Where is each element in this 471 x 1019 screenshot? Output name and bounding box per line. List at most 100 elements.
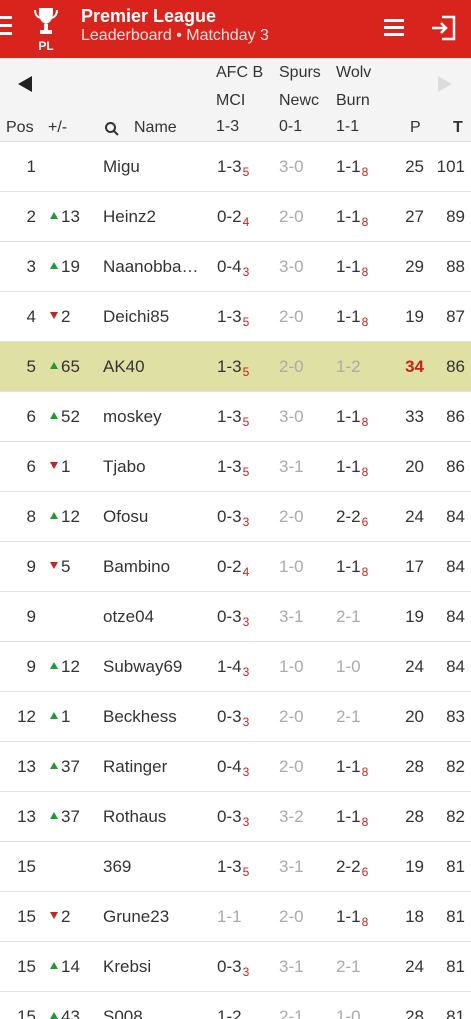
- row-points: 18: [405, 907, 424, 926]
- row-name[interactable]: Krebsi: [103, 957, 209, 977]
- rank-up-icon: [50, 362, 58, 369]
- row-name[interactable]: moskey: [103, 407, 209, 427]
- row-total: 89: [446, 207, 465, 226]
- row-position: 4: [26, 307, 36, 326]
- search-icon[interactable]: [104, 121, 120, 137]
- row-name[interactable]: Deichi85: [103, 307, 209, 327]
- table-row[interactable]: 13 37 Rothaus 0-33 3-2 1-18 28 82: [0, 792, 471, 842]
- row-name[interactable]: Migu: [103, 157, 209, 177]
- table-row[interactable]: 8 12 Ofosu 0-33 2-0 2-26 24 84: [0, 492, 471, 542]
- row-total: 86: [446, 357, 465, 376]
- row-change: 13: [50, 207, 80, 227]
- total-header[interactable]: T: [453, 119, 463, 137]
- row-match2-tip: 3-1: [279, 957, 304, 976]
- row-match2-tip: 2-1: [279, 1007, 304, 1019]
- prediction-points: 6: [361, 865, 369, 879]
- table-row[interactable]: 15 14 Krebsi 0-33 3-1 2-1 24 81: [0, 942, 471, 992]
- table-row[interactable]: 1 Migu 1-35 3-0 1-18 25 101: [0, 142, 471, 192]
- row-total: 81: [446, 957, 465, 976]
- row-name[interactable]: Bambino: [103, 557, 209, 577]
- row-match3-tip: 1-0: [336, 657, 361, 676]
- row-match3-tip: 2-1: [336, 607, 361, 626]
- row-points: 19: [405, 857, 424, 876]
- league-title: Premier League: [81, 6, 217, 26]
- row-points: 25: [405, 157, 424, 176]
- table-row[interactable]: 6 52 moskey 1-35 3-0 1-18 33 86: [0, 392, 471, 442]
- row-position: 6: [26, 457, 36, 476]
- leaderboard-subtitle: Leaderboard • Matchday 3: [81, 27, 269, 44]
- login-icon[interactable]: [430, 14, 458, 42]
- row-name[interactable]: Subway69: [103, 657, 209, 677]
- row-name[interactable]: Ratinger: [103, 757, 209, 777]
- table-row[interactable]: 13 37 Ratinger 0-43 2-0 1-18 28 82: [0, 742, 471, 792]
- row-position: 15: [17, 1007, 36, 1019]
- table-row[interactable]: 9 otze04 0-33 3-1 2-1 19 84: [0, 592, 471, 642]
- row-points: 34: [405, 357, 424, 376]
- table-row[interactable]: 5 65 AK40 1-35 2-0 1-2 34 86: [0, 342, 471, 392]
- row-name[interactable]: S008: [103, 1007, 209, 1019]
- row-match2-tip: 3-0: [279, 407, 304, 426]
- prediction-points: 3: [242, 615, 250, 629]
- table-row[interactable]: 15 2 Grune23 1-1 2-0 1-18 18 81: [0, 892, 471, 942]
- prediction-points: 3: [242, 815, 250, 829]
- row-change: 2: [50, 307, 70, 327]
- row-position: 9: [26, 657, 36, 676]
- pos-header[interactable]: Pos: [6, 119, 34, 137]
- row-position: 9: [26, 557, 36, 576]
- row-match1-tip: 1-35: [217, 407, 250, 429]
- row-match1-tip: 0-24: [217, 557, 250, 579]
- row-match1-tip: 1-35: [217, 307, 250, 329]
- match2-score: 0-1: [279, 118, 303, 135]
- prediction-points: 3: [242, 265, 250, 279]
- row-points: 29: [405, 257, 424, 276]
- row-name[interactable]: otze04: [103, 607, 209, 627]
- table-row[interactable]: 15 369 1-35 3-1 2-26 19 81: [0, 842, 471, 892]
- row-name[interactable]: Beckhess: [103, 707, 209, 727]
- next-matches-arrow-icon[interactable]: [438, 76, 452, 92]
- row-points: 20: [405, 457, 424, 476]
- table-row[interactable]: 12 1 Beckhess 0-33 2-0 2-1 20 83: [0, 692, 471, 742]
- row-match2-tip: 2-0: [279, 907, 304, 926]
- row-match1-tip: 0-43: [217, 757, 250, 779]
- table-row[interactable]: 3 19 Naanobba… 0-43 3-0 1-18 29 88: [0, 242, 471, 292]
- table-row[interactable]: 2 13 Heinz2 0-24 2-0 1-18 27 89: [0, 192, 471, 242]
- table-row[interactable]: 6 1 Tjabo 1-35 3-1 1-18 20 86: [0, 442, 471, 492]
- row-total: 101: [436, 157, 465, 176]
- prediction-points: 5: [242, 315, 250, 329]
- rank-up-icon: [50, 212, 58, 219]
- match2-away: Newc: [279, 92, 320, 109]
- row-name[interactable]: Rothaus: [103, 807, 209, 827]
- row-name[interactable]: Ofosu: [103, 507, 209, 527]
- table-row[interactable]: 9 12 Subway69 1-43 1-0 1-0 24 84: [0, 642, 471, 692]
- row-name[interactable]: AK40: [103, 357, 209, 377]
- table-row[interactable]: 4 2 Deichi85 1-35 2-0 1-18 19 87: [0, 292, 471, 342]
- change-header[interactable]: +/-: [48, 119, 67, 137]
- row-name[interactable]: Grune23: [103, 907, 209, 927]
- row-match3-tip: 1-18: [336, 307, 369, 329]
- row-match3-tip: 2-26: [336, 857, 369, 879]
- prev-matches-arrow-icon[interactable]: [18, 76, 32, 92]
- row-position: 3: [26, 257, 36, 276]
- drawer-menu-icon[interactable]: [0, 16, 12, 38]
- prediction-points: 8: [361, 215, 369, 229]
- row-name[interactable]: Heinz2: [103, 207, 209, 227]
- table-row[interactable]: 9 5 Bambino 0-24 1-0 1-18 17 84: [0, 542, 471, 592]
- points-header[interactable]: P: [410, 119, 421, 137]
- row-total: 82: [446, 757, 465, 776]
- match3-away: Burn: [336, 92, 370, 109]
- row-position: 6: [26, 407, 36, 426]
- table-row[interactable]: 15 43 S008 1-2 2-1 1-0 28 81: [0, 992, 471, 1019]
- row-name[interactable]: Tjabo: [103, 457, 209, 477]
- name-header[interactable]: Name: [134, 119, 177, 137]
- row-total: 86: [446, 407, 465, 426]
- row-name[interactable]: 369: [103, 857, 209, 877]
- menu-icon[interactable]: [384, 19, 404, 37]
- row-name[interactable]: Naanobba…: [103, 257, 209, 277]
- row-change: 65: [50, 357, 80, 377]
- row-match2-tip: 3-0: [279, 157, 304, 176]
- rank-down-icon: [50, 312, 58, 319]
- row-points: 17: [405, 557, 424, 576]
- prediction-points: 8: [361, 915, 369, 929]
- row-points: 19: [405, 307, 424, 326]
- prediction-points: 5: [242, 165, 250, 179]
